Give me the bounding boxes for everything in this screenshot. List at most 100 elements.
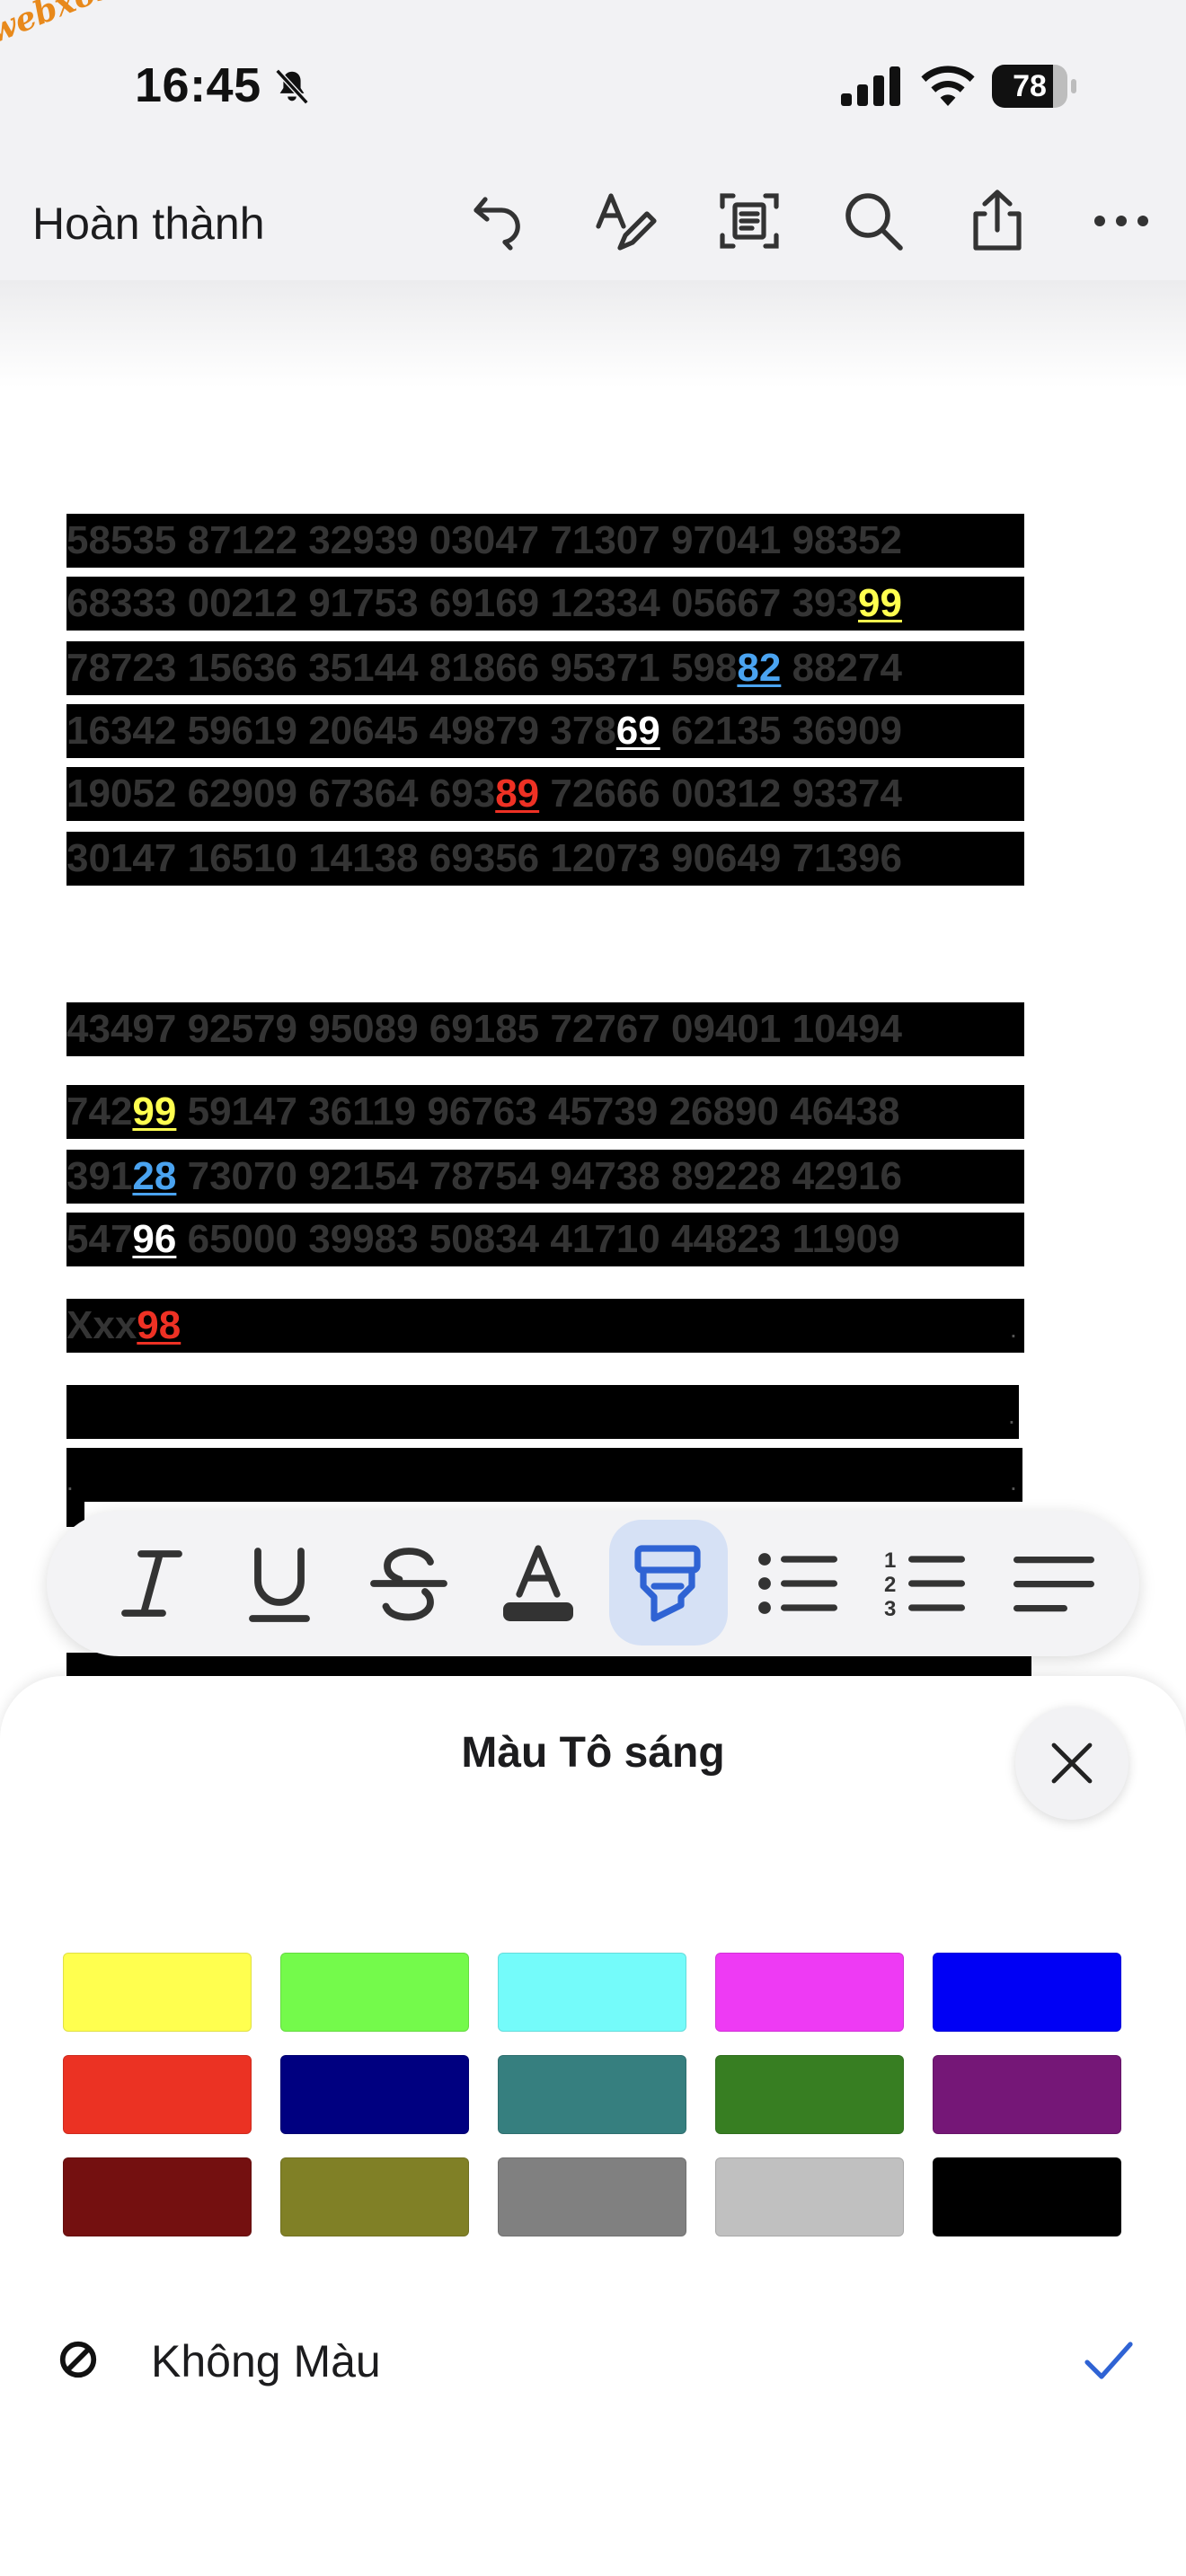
- doc-number: 11909: [792, 1217, 900, 1261]
- doc-number: 96763: [427, 1090, 537, 1134]
- doc-number: 71396: [792, 836, 902, 880]
- more-icon[interactable]: [1087, 187, 1155, 255]
- strikethrough-icon[interactable]: [352, 1527, 465, 1640]
- doc-number: 81866: [429, 646, 540, 690]
- highlighted-number: 99: [132, 1090, 177, 1134]
- doc-number: 65000: [187, 1217, 297, 1261]
- highlighted-number: 69: [615, 709, 660, 753]
- doc-number: 00212: [187, 581, 297, 625]
- italic-icon[interactable]: [95, 1527, 208, 1640]
- bell-muted-icon: [275, 68, 309, 105]
- doc-number: 09401: [670, 1007, 782, 1051]
- doc-number: 49879: [429, 709, 540, 753]
- doc-number: 16342: [66, 709, 177, 753]
- doc-number: 89228: [670, 1154, 782, 1198]
- underline-icon[interactable]: [223, 1527, 336, 1640]
- doc-number: 598: [670, 646, 738, 690]
- search-icon[interactable]: [839, 187, 907, 255]
- color-swatch[interactable]: [280, 2055, 469, 2134]
- color-swatch[interactable]: [933, 2055, 1121, 2134]
- doc-number: 378: [550, 709, 616, 753]
- sheet-title: Màu Tô sáng: [461, 1729, 725, 1777]
- color-swatch[interactable]: [280, 2157, 469, 2236]
- close-icon: [1051, 1742, 1093, 1784]
- no-color-label: Không Màu: [151, 2336, 381, 2386]
- doc-number: 69356: [429, 836, 540, 880]
- doc-number: 98352: [792, 518, 902, 562]
- doc-number: 41710: [550, 1217, 660, 1261]
- doc-number-row: 78723 15636 35144 81866 95371 59882 8827…: [66, 641, 1024, 695]
- doc-number: 78723: [66, 646, 177, 690]
- doc-number: 71307: [550, 518, 660, 562]
- scan-text-icon[interactable]: [715, 187, 783, 255]
- color-swatch[interactable]: [498, 2055, 686, 2134]
- doc-number-row: 54796 65000 39983 50834 41710 44823 1190…: [66, 1213, 1024, 1266]
- battery-level: 78: [1013, 69, 1047, 103]
- doc-number-row: 74299 59147 36119 96763 45739 26890 4643…: [66, 1085, 1024, 1139]
- bullet-list-icon[interactable]: [740, 1527, 854, 1640]
- doc-black-row: [66, 1448, 1022, 1502]
- doc-number-row: 68333 00212 91753 69169 12334 05667 3939…: [66, 577, 1024, 631]
- color-swatch[interactable]: [63, 1953, 252, 2032]
- doc-number: 46438: [790, 1090, 900, 1134]
- highlighted-number: 28: [132, 1154, 177, 1198]
- doc-number: 742: [66, 1090, 133, 1134]
- close-button[interactable]: [1015, 1707, 1128, 1820]
- color-swatch[interactable]: [715, 2055, 904, 2134]
- doc-number: 59619: [187, 709, 297, 753]
- doc-number: 44823: [670, 1217, 782, 1261]
- highlighted-number: 99: [857, 581, 902, 625]
- text-color-icon[interactable]: [482, 1527, 595, 1640]
- doc-dot: .: [1008, 1401, 1015, 1429]
- color-swatch[interactable]: [715, 2157, 904, 2236]
- color-swatch[interactable]: [933, 1953, 1121, 2032]
- color-swatch[interactable]: [715, 1953, 904, 2032]
- doc-number: 03047: [429, 518, 540, 562]
- doc-number: 547: [66, 1217, 133, 1261]
- doc-number: 16510: [187, 836, 297, 880]
- doc-dot: .: [1010, 1468, 1017, 1495]
- xxx-value: 98: [137, 1303, 181, 1347]
- doc-number: 78754: [429, 1154, 540, 1198]
- color-swatch[interactable]: [498, 2157, 686, 2236]
- undo-icon[interactable]: [467, 187, 535, 255]
- doc-number: 20645: [308, 709, 419, 753]
- doc-number: 43497: [66, 1007, 177, 1051]
- done-button[interactable]: Hoàn thành: [32, 198, 265, 250]
- doc-number-row: 30147 16510 14138 69356 12073 90649 7139…: [66, 832, 1024, 886]
- highlighter-icon[interactable]: [611, 1527, 724, 1640]
- doc-number: 05667: [670, 581, 782, 625]
- doc-number: 35144: [308, 646, 419, 690]
- doc-number: 45739: [547, 1090, 659, 1134]
- document-top-shade: [0, 280, 1186, 388]
- checkmark-icon: [1084, 2342, 1133, 2379]
- color-swatch[interactable]: [63, 2055, 252, 2134]
- doc-number: 42916: [792, 1154, 902, 1198]
- doc-dot: .: [66, 1468, 74, 1495]
- doc-xxx-row: Xxx98: [66, 1299, 1024, 1353]
- doc-number: 58535: [66, 518, 177, 562]
- svg-text:2: 2: [884, 1573, 896, 1597]
- highlighted-number: 96: [132, 1217, 177, 1261]
- doc-number: 36909: [792, 709, 902, 753]
- color-swatch[interactable]: [933, 2157, 1121, 2236]
- doc-number: 391: [66, 1154, 133, 1198]
- color-swatch[interactable]: [280, 1953, 469, 2032]
- doc-number: 59147: [187, 1090, 297, 1134]
- doc-number: 00312: [670, 772, 782, 816]
- numbered-list-icon[interactable]: 1 2 3: [868, 1527, 981, 1640]
- color-swatch[interactable]: [498, 1953, 686, 2032]
- cellular-signal-icon: [841, 66, 900, 106]
- doc-number: 62135: [670, 709, 782, 753]
- doc-number: 30147: [66, 836, 177, 880]
- doc-number: 19052: [66, 772, 177, 816]
- doc-number: 36119: [308, 1090, 417, 1134]
- share-icon[interactable]: [963, 187, 1031, 255]
- align-left-icon[interactable]: [997, 1527, 1111, 1640]
- color-swatch[interactable]: [63, 2157, 252, 2236]
- svg-text:1: 1: [884, 1548, 896, 1573]
- draw-pen-icon[interactable]: [591, 187, 659, 255]
- doc-black-row: [66, 1385, 1019, 1439]
- status-time: 16:45: [135, 58, 261, 112]
- doc-number: 693: [429, 772, 496, 816]
